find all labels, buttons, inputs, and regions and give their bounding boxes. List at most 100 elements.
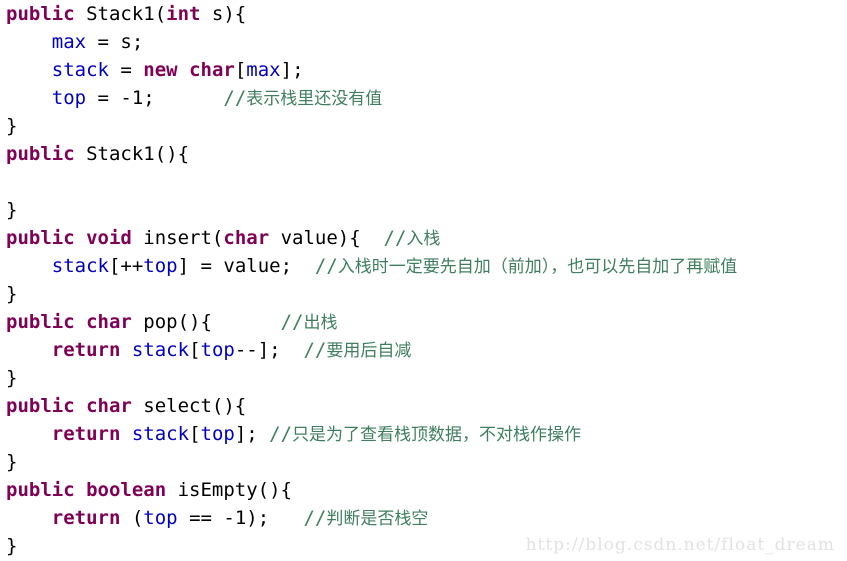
- token-field-variable: max: [51, 31, 87, 53]
- token-plain: s){: [200, 3, 247, 25]
- code-line: return stack[top--]; //要用后自减: [0, 336, 847, 364]
- watermark-url: http://blog.csdn.net/float_dream: [525, 535, 835, 555]
- token-plain: == -1);: [177, 507, 304, 529]
- token-comment: 出栈: [303, 313, 338, 333]
- code-line: }: [0, 280, 847, 308]
- token-plain: ];: [234, 423, 270, 445]
- token-comment: 表示栈里还没有值: [246, 89, 383, 109]
- token-plain: }: [6, 115, 18, 137]
- token-plain: ] = value;: [177, 255, 315, 277]
- token-keyword: public: [6, 227, 75, 249]
- token-field-variable: top: [200, 339, 235, 361]
- token-comment: //: [280, 311, 304, 333]
- token-plain: isEmpty(){: [166, 479, 293, 501]
- token-field-variable: stack: [51, 59, 109, 81]
- token-plain: Stack1(: [74, 3, 167, 25]
- token-comment: //: [303, 507, 327, 529]
- token-plain: }: [6, 283, 18, 305]
- code-line: stack[++top] = value; //入栈时一定要先自加（前加），也可…: [0, 252, 847, 280]
- token-field-variable: max: [246, 59, 281, 81]
- token-keyword: return: [51, 507, 121, 529]
- code-line: public void insert(char value){ //入栈: [0, 224, 847, 252]
- code-line: public char select(){: [0, 392, 847, 420]
- token-field-variable: top: [143, 255, 178, 277]
- code-line: }: [0, 448, 847, 476]
- token-comment: //: [383, 227, 407, 249]
- token-keyword: boolean: [86, 479, 167, 501]
- token-plain: [: [189, 339, 201, 361]
- token-plain: (: [120, 507, 144, 529]
- code-line: }: [0, 196, 847, 224]
- token-field-variable: top: [143, 507, 178, 529]
- token-keyword: return: [51, 339, 121, 361]
- token-plain: }: [6, 199, 18, 221]
- token-comment: 入栈时一定要先自加（前加），也可以先自加了再赋值: [337, 257, 738, 277]
- code-line: public boolean isEmpty(){: [0, 476, 847, 504]
- token-comment: 判断是否栈空: [326, 509, 429, 529]
- token-keyword: public: [6, 311, 75, 333]
- token-comment: //: [269, 423, 293, 445]
- token-plain: insert(: [131, 227, 224, 249]
- code-line: public char pop(){ //出栈: [0, 308, 847, 336]
- token-plain: [: [189, 423, 201, 445]
- code-line: }: [0, 112, 847, 140]
- code-line: top = -1; //表示栈里还没有值: [0, 84, 847, 112]
- token-keyword: void: [86, 227, 132, 249]
- token-keyword: int: [166, 3, 201, 25]
- token-plain: pop(){: [131, 311, 281, 333]
- token-field-variable: stack: [131, 339, 190, 361]
- token-keyword: char: [86, 395, 132, 417]
- token-plain: =: [108, 59, 144, 81]
- token-field-variable: top: [200, 423, 235, 445]
- code-line: public Stack1(int s){: [0, 0, 847, 28]
- token-comment: 只是为了查看栈顶数据，不对栈作操作: [292, 425, 582, 445]
- token-field-variable: stack: [51, 255, 109, 277]
- token-plain: value){: [269, 227, 384, 249]
- token-keyword: public: [6, 479, 75, 501]
- token-comment: //: [303, 339, 327, 361]
- code-line: }: [0, 364, 847, 392]
- token-plain: = -1;: [86, 87, 224, 109]
- token-keyword: char: [189, 59, 235, 81]
- code-viewer: public Stack1(int s){ max = s; stack = n…: [0, 0, 847, 561]
- token-comment: 入栈: [406, 229, 441, 249]
- token-plain: Stack1(){: [74, 143, 190, 165]
- code-block: public Stack1(int s){ max = s; stack = n…: [0, 0, 847, 560]
- token-field-variable: top: [51, 87, 87, 109]
- code-line: max = s;: [0, 28, 847, 56]
- token-plain: }: [6, 535, 18, 557]
- code-line: return (top == -1); //判断是否栈空: [0, 504, 847, 532]
- code-line: public Stack1(){: [0, 140, 847, 168]
- token-keyword: char: [223, 227, 270, 249]
- token-plain: = s;: [86, 31, 144, 53]
- token-plain: }: [6, 451, 18, 473]
- token-comment: //: [223, 87, 247, 109]
- token-plain: [: [234, 59, 247, 81]
- token-comment: //: [314, 255, 338, 277]
- code-line: stack = new char[max];: [0, 56, 847, 84]
- token-keyword: return: [51, 423, 121, 445]
- token-keyword: public: [6, 3, 75, 25]
- code-line: return stack[top]; //只是为了查看栈顶数据，不对栈作操作: [0, 420, 847, 448]
- token-keyword: char: [86, 311, 132, 333]
- token-comment: 要用后自减: [326, 341, 412, 361]
- token-plain: [++: [108, 255, 144, 277]
- token-plain: }: [6, 367, 18, 389]
- token-plain: --];: [234, 339, 304, 361]
- token-keyword: new: [143, 59, 178, 81]
- token-field-variable: stack: [131, 423, 190, 445]
- token-keyword: public: [6, 143, 75, 165]
